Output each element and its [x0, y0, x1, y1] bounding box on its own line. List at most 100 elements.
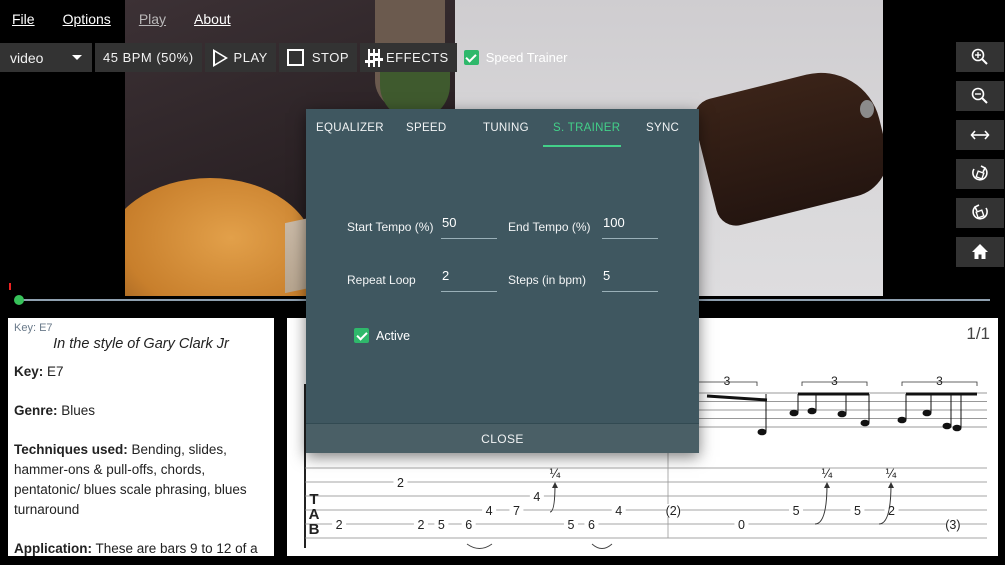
home-button[interactable] [956, 237, 1004, 267]
stop-button[interactable]: STOP [278, 43, 357, 72]
note-head [897, 416, 907, 424]
toolbar: video 45 BPM (50%) PLAY STOP EFFECTS Spe… [0, 43, 567, 72]
tab-sync[interactable]: SYNC [646, 122, 679, 134]
close-label: CLOSE [481, 431, 524, 446]
tempo-label: 45 BPM (50%) [103, 50, 194, 65]
start-tempo-input[interactable]: 50 [441, 215, 497, 239]
tab-number: 5 [854, 504, 861, 518]
genre-label: Genre: [14, 403, 58, 418]
end-tempo-input[interactable]: 100 [602, 215, 658, 239]
note-head [942, 422, 952, 430]
key-line: Key: E7 [14, 362, 268, 382]
fit-width-button[interactable] [956, 120, 1004, 150]
slur-arc [466, 543, 493, 549]
dialog-tabs: EQUALIZER SPEED TUNING S. TRAINER SYNC [306, 109, 699, 147]
zoom-in-icon [971, 48, 988, 65]
tab-number: 5 [793, 504, 800, 518]
tab-clef-letter: B [309, 521, 320, 538]
speed-trainer-label: Speed Trainer [485, 50, 568, 65]
tempo-button[interactable]: 45 BPM (50%) [95, 43, 202, 72]
effects-button[interactable]: EFFECTS [360, 43, 457, 72]
tab-number: 2 [336, 518, 343, 532]
stop-icon [286, 49, 304, 66]
tuning-peg [860, 100, 874, 118]
tab-tuning[interactable]: TUNING [483, 122, 529, 134]
rotate-left-icon [972, 204, 988, 220]
techniques-label: Techniques used: [14, 442, 128, 457]
note-head [860, 419, 870, 427]
tab-speed[interactable]: SPEED [406, 122, 447, 134]
bend-amount: ¼ [885, 467, 897, 481]
key-caption: Key: E7 [14, 322, 53, 334]
bend-curve [549, 483, 556, 513]
play-icon [212, 48, 228, 67]
zoom-out-button[interactable] [956, 81, 1004, 111]
start-tempo-label: Start Tempo (%) [347, 220, 434, 234]
note-head [837, 410, 847, 418]
effects-dialog: EQUALIZER SPEED TUNING S. TRAINER SYNC S… [306, 109, 699, 453]
genre-line: Genre: Blues [14, 401, 268, 421]
menu-play-label: Play [138, 11, 167, 27]
song-info-panel: Key: E7 In the style of Gary Clark Jr Ke… [8, 318, 274, 556]
play-button[interactable]: PLAY [204, 43, 276, 72]
bend-amount: ¼ [549, 467, 561, 481]
menu-play[interactable]: Play [139, 11, 166, 27]
loop-marker[interactable] [9, 283, 11, 290]
source-select[interactable]: video [0, 43, 92, 72]
zoom-out-icon [971, 87, 988, 104]
slur-arc [591, 543, 613, 549]
stop-label: STOP [311, 50, 349, 65]
active-label: Active [376, 328, 411, 343]
speed-trainer-checkbox[interactable] [463, 50, 479, 65]
steps-label: Steps (in bpm) [508, 273, 587, 287]
bend-curve [814, 483, 828, 525]
rotate-left-button[interactable] [956, 198, 1004, 228]
menu-options[interactable]: Options [63, 11, 111, 27]
repeat-loop-input[interactable]: 2 [441, 268, 497, 292]
chevron-down-icon [72, 55, 82, 60]
home-icon [972, 244, 988, 259]
steps-input[interactable]: 5 [602, 268, 658, 292]
tab-number: 4 [615, 504, 622, 518]
note-head [789, 409, 799, 417]
triplet-number: 3 [724, 374, 731, 388]
tab-number: 0 [738, 518, 745, 532]
tab-number: 6 [465, 518, 472, 532]
active-tab-indicator [543, 145, 621, 147]
tab-number: 7 [513, 504, 520, 518]
playback-progress-knob[interactable] [14, 295, 24, 305]
active-toggle[interactable]: Active [354, 328, 410, 343]
source-select-value: video [10, 49, 44, 66]
menu-about-label: About [194, 11, 231, 27]
application-line: Application: These are bars 9 to 12 of a… [14, 539, 268, 556]
play-label: PLAY [233, 50, 268, 65]
genre-value: Blues [61, 403, 96, 418]
tab-number: 5 [568, 518, 575, 532]
menu-file[interactable]: File [12, 11, 35, 27]
effects-label: EFFECTS [386, 50, 449, 65]
close-button[interactable]: CLOSE [306, 423, 699, 453]
end-tempo-label: End Tempo (%) [508, 220, 591, 234]
active-checkbox[interactable] [354, 328, 369, 343]
key-label: Key: [14, 364, 44, 379]
triplet-number: 3 [936, 374, 943, 388]
note-head [807, 407, 817, 415]
video-guitar-headstock [689, 60, 883, 230]
tab-speed-trainer[interactable]: S. TRAINER [553, 122, 620, 134]
bend-arrow [888, 482, 894, 488]
zoom-in-button[interactable] [956, 42, 1004, 72]
menu-about[interactable]: About [194, 11, 231, 27]
tab-equalizer[interactable]: EQUALIZER [316, 122, 384, 134]
note-beam [706, 394, 768, 402]
tab-number: 2 [417, 518, 424, 532]
bend-arrow [552, 482, 558, 488]
fit-width-icon [970, 130, 990, 140]
equalizer-sliders-icon [365, 48, 383, 67]
triplet-number: 3 [831, 374, 838, 388]
rotate-right-button[interactable] [956, 159, 1004, 189]
tab-number: 2 [397, 476, 404, 490]
bend-amount: ¼ [821, 467, 833, 481]
tab-number: 4 [486, 504, 493, 518]
view-tools [956, 42, 1004, 267]
speed-trainer-toggle[interactable]: Speed Trainer [463, 43, 568, 72]
